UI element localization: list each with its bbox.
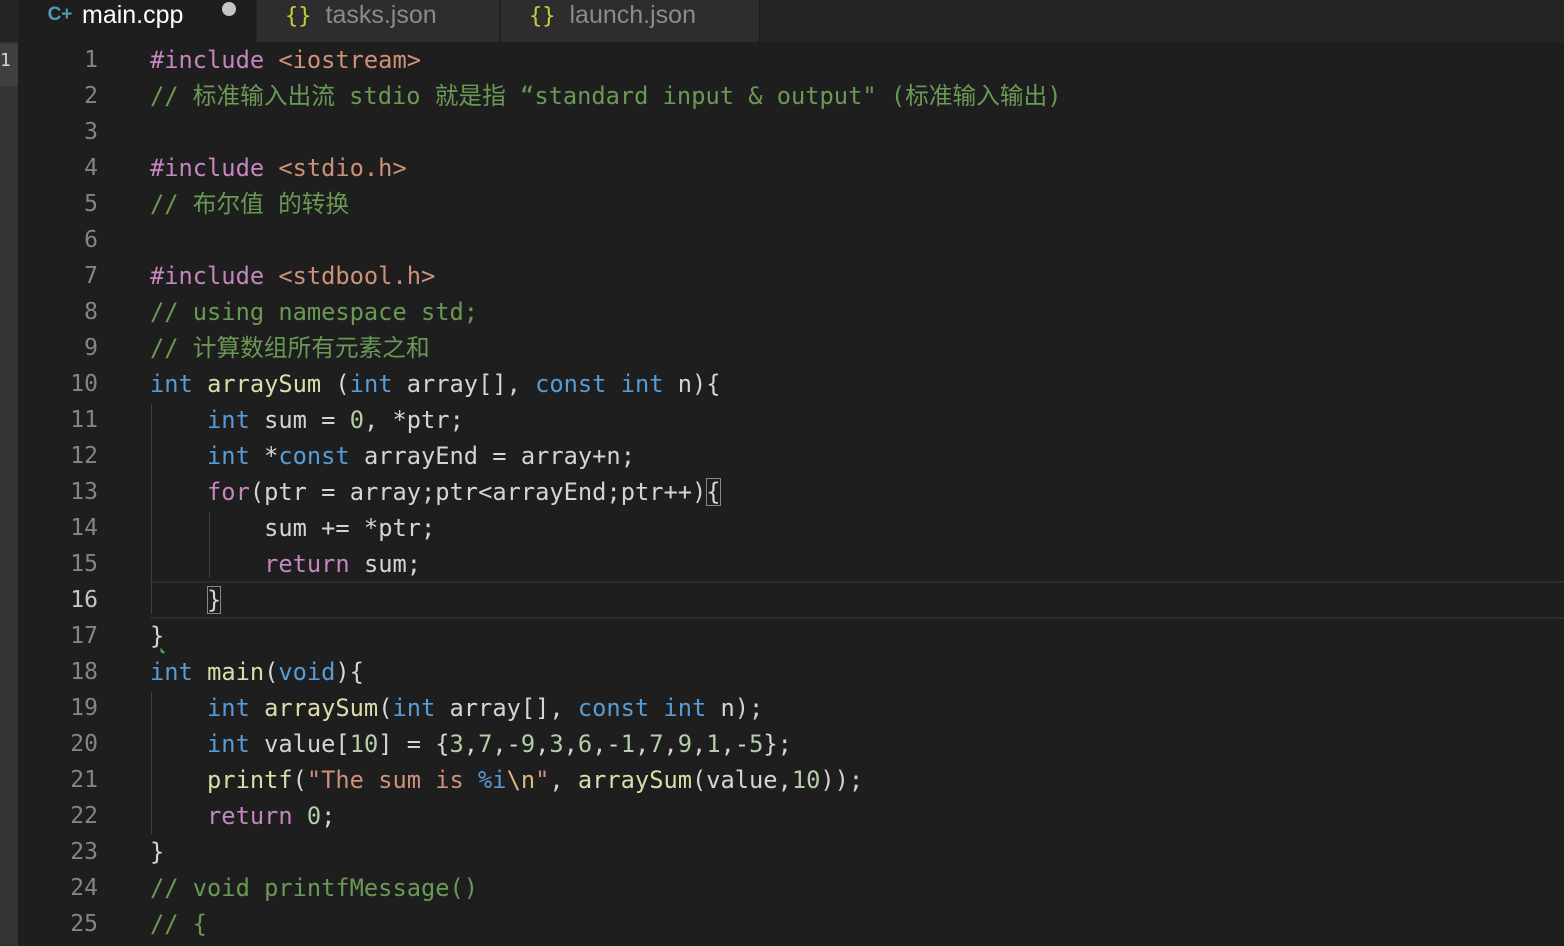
line-number: 3 <box>84 119 98 145</box>
code-text[interactable]: #include <iostream> <box>150 42 421 78</box>
cpp-file-icon: C+ <box>47 4 73 25</box>
code-line[interactable]: 3 <box>18 114 1564 150</box>
code-line[interactable]: 23} <box>18 834 1564 870</box>
code-line[interactable]: 15 return sum; <box>18 546 1564 582</box>
line-number: 11 <box>70 407 98 433</box>
code-text[interactable]: #include <stdio.h> <box>150 150 407 186</box>
tab-tasks-json[interactable]: {} tasks.json <box>257 0 500 42</box>
code-line[interactable]: 4 #include <stdio.h> <box>18 150 1564 186</box>
code-text[interactable]: int value[10] = {3,7,-9,3,6,-1,7,9,1,-5}… <box>150 726 792 762</box>
line-number: 18 <box>70 659 98 685</box>
code-line[interactable]: 1 #include <iostream> <box>18 42 1564 78</box>
line-number: 9 <box>84 335 98 361</box>
tab-launch-json[interactable]: {} launch.json <box>501 0 760 42</box>
line-number: 8 <box>84 299 98 325</box>
code-text[interactable]: } <box>150 582 222 618</box>
code-line[interactable]: 25 // { <box>18 906 1564 942</box>
line-number: 2 <box>84 83 98 109</box>
code-line[interactable]: 24 // void printfMessage() <box>18 870 1564 906</box>
code-line[interactable]: 8 // using namespace std; <box>18 294 1564 330</box>
line-number: 21 <box>70 767 98 793</box>
code-text[interactable]: // { <box>150 906 207 942</box>
code-line[interactable]: 2 // 标准输入出流 stdio 就是指 “standard input & o… <box>18 78 1564 114</box>
tab-label: tasks.json <box>325 0 437 29</box>
code-text[interactable]: // 计算数组所有元素之和 <box>150 330 430 366</box>
code-text[interactable]: int sum = 0, *ptr; <box>150 402 464 438</box>
code-line[interactable]: 9 // 计算数组所有元素之和 <box>18 330 1564 366</box>
code-line[interactable]: 14 sum += *ptr; <box>18 510 1564 546</box>
code-text[interactable]: #include <stdbool.h> <box>150 258 435 294</box>
code-text[interactable]: int *const arrayEnd = array+n; <box>150 438 635 474</box>
code-text[interactable]: // void printfMessage() <box>150 870 478 906</box>
code-line[interactable]: 21 printf("The sum is %i\n", arraySum(va… <box>18 762 1564 798</box>
line-number: 16 <box>70 587 98 613</box>
code-line[interactable]: 22 return 0; <box>18 798 1564 834</box>
code-line[interactable]: 7 #include <stdbool.h> <box>18 258 1564 294</box>
code-line[interactable]: 10 int arraySum (int array[], const int n… <box>18 366 1564 402</box>
code-text[interactable]: } <box>150 618 164 654</box>
code-line[interactable]: 16 } <box>18 582 1564 618</box>
line-number: 15 <box>70 551 98 577</box>
line-number: 1 <box>84 47 98 73</box>
json-file-icon: {} <box>529 3 556 29</box>
line-number: 13 <box>70 479 98 505</box>
code-text[interactable]: } <box>150 834 164 870</box>
code-text[interactable]: // 标准输入出流 stdio 就是指 “standard input & ou… <box>150 78 1062 114</box>
code-line[interactable]: 5 // 布尔值 的转换 <box>18 186 1564 222</box>
code-text[interactable]: // 布尔值 的转换 <box>150 186 349 222</box>
code-text[interactable]: int arraySum (int array[], const int n){ <box>150 366 721 402</box>
code-line[interactable]: 13 for(ptr = array;ptr<arrayEnd;ptr++){ <box>18 474 1564 510</box>
line-number: 24 <box>70 875 98 901</box>
code-line[interactable]: 17} <box>18 618 1564 654</box>
code-line[interactable]: 12 int *const arrayEnd = array+n; <box>18 438 1564 474</box>
vscode-window: 1 C+ main.cpp {} tasks.json {} launch.js… <box>0 0 1564 946</box>
activity-bar: 1 <box>0 0 18 946</box>
code-text[interactable]: printf("The sum is %i\n", arraySum(value… <box>150 762 863 798</box>
code-line[interactable]: 19 int arraySum(int array[], const int n… <box>18 690 1564 726</box>
line-number: 5 <box>84 191 98 217</box>
line-number: 19 <box>70 695 98 721</box>
code-text[interactable]: return sum; <box>150 546 421 582</box>
unsaved-dot-icon[interactable] <box>222 2 236 16</box>
code-line[interactable]: 6 <box>18 222 1564 258</box>
tab-main-cpp[interactable]: C+ main.cpp <box>18 0 256 42</box>
code-text[interactable]: for(ptr = array;ptr<arrayEnd;ptr++){ <box>150 474 721 510</box>
code-text[interactable]: int main(void){ <box>150 654 364 690</box>
line-number: 25 <box>70 911 98 937</box>
line-number: 7 <box>84 263 98 289</box>
line-number: 14 <box>70 515 98 541</box>
line-number: 6 <box>84 227 98 253</box>
code-editor[interactable]: 1 #include <iostream> 2 // 标准输入出流 stdio 就是指… <box>18 42 1564 946</box>
explorer-marker[interactable]: 1 <box>0 44 18 86</box>
tab-label: launch.json <box>569 0 696 29</box>
code-line[interactable]: 11 int sum = 0, *ptr; <box>18 402 1564 438</box>
line-number: 20 <box>70 731 98 757</box>
code-line[interactable]: 20 int value[10] = {3,7,-9,3,6,-1,7,9,1,… <box>18 726 1564 762</box>
code-text[interactable]: int arraySum(int array[], const int n); <box>150 690 763 726</box>
line-number: 23 <box>70 839 98 865</box>
line-number: 10 <box>70 371 98 397</box>
code-line[interactable]: 18 int main(void){ <box>18 654 1564 690</box>
tab-label: main.cpp <box>82 0 184 29</box>
editor-tab-strip: C+ main.cpp {} tasks.json {} launch.json <box>0 0 1564 42</box>
line-number: 17 <box>70 623 98 649</box>
code-text[interactable]: // using namespace std; <box>150 294 478 330</box>
json-file-icon: {} <box>285 3 312 29</box>
code-text[interactable]: sum += *ptr; <box>150 510 435 546</box>
line-number: 12 <box>70 443 98 469</box>
line-number: 22 <box>70 803 98 829</box>
code-text[interactable]: return 0; <box>150 798 335 834</box>
line-number: 4 <box>84 155 98 181</box>
